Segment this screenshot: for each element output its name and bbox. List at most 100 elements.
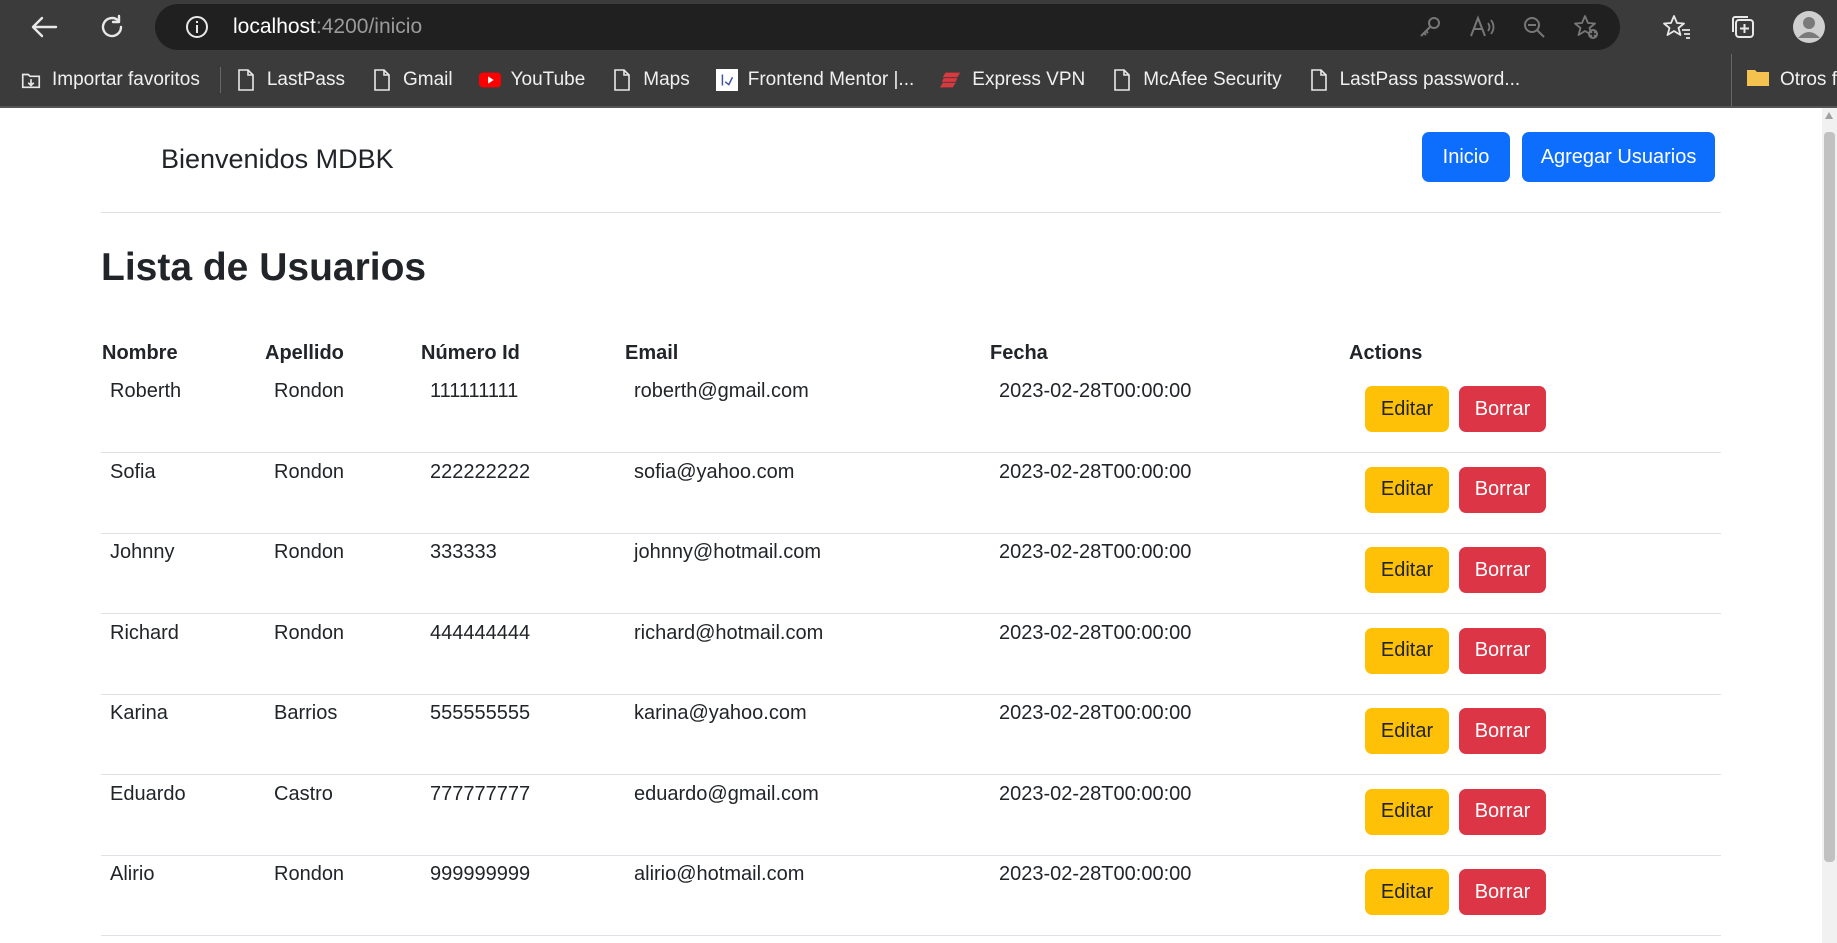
cell-apellido: Rondon	[274, 863, 345, 885]
col-numero-id: Número Id	[421, 342, 520, 364]
cell-fecha: 2023-02-28T00:00:00	[999, 541, 1192, 563]
delete-button[interactable]: Borrar	[1459, 627, 1546, 674]
refresh-icon[interactable]	[94, 9, 130, 45]
site-info-icon[interactable]	[185, 15, 209, 43]
delete-button[interactable]: Borrar	[1459, 466, 1546, 513]
cell-apellido: Rondon	[274, 541, 345, 563]
cell-apellido: Rondon	[274, 621, 345, 644]
bookmark-label: Express VPN	[972, 69, 1086, 90]
edit-button[interactable]: Editar	[1365, 708, 1449, 754]
bookmark-label: Maps	[643, 69, 690, 90]
folder-icon	[1746, 67, 1770, 93]
table-row: Johnny Rondon 333333 johnny@hotmail.com 2023…	[101, 533, 1721, 614]
col-fecha: Fecha	[990, 342, 1048, 364]
bookmark-lastpass[interactable]: LastPass	[235, 68, 345, 92]
bookmark-youtube[interactable]: YouTube	[478, 68, 586, 92]
table-row: Richard Rondon 444444444 richard@hotmail.co…	[101, 614, 1721, 695]
url-path: :4200/inicio	[315, 15, 423, 38]
cell-numero-id: 555555555	[430, 702, 531, 724]
cell-email: alirio@hotmail.com	[634, 863, 805, 885]
cell-email: karina@yahoo.com	[634, 702, 807, 724]
scroll-up-arrow-icon[interactable]	[1825, 112, 1833, 119]
zoom-out-icon[interactable]	[1520, 13, 1548, 41]
app-header: Bienvenidos MDBK Inicio Agregar Usuarios	[101, 108, 1721, 213]
address-bar[interactable]: localhost:4200/inicio	[155, 4, 1620, 50]
delete-button[interactable]: Borrar	[1459, 708, 1546, 754]
page-icon	[1308, 68, 1330, 92]
edit-button[interactable]: Editar	[1365, 788, 1449, 835]
cell-email: johnny@hotmail.com	[634, 541, 822, 563]
table-row: Roberth Rondon 111111111 roberth@gmail.com 2…	[101, 372, 1721, 453]
cell-numero-id: 777777777	[430, 782, 531, 805]
table-row: Karina Barrios 555555555 karina@yahoo.com 20…	[101, 694, 1721, 775]
key-icon[interactable]	[1416, 13, 1444, 41]
cell-apellido: Barrios	[274, 702, 338, 724]
cell-fecha: 2023-02-28T00:00:00	[999, 380, 1192, 402]
bookmark-label: LastPass password...	[1339, 69, 1521, 90]
address-bar-icons	[1416, 13, 1600, 41]
other-favorites[interactable]: Otros f	[1730, 54, 1837, 106]
cell-apellido: Castro	[274, 782, 333, 805]
bookmark-label: McAfee Security	[1143, 69, 1282, 90]
cell-fecha: 2023-02-28T00:00:00	[999, 702, 1192, 724]
url-host: localhost	[233, 15, 316, 38]
bookmark-label: Importar favoritos	[52, 69, 200, 90]
cell-email: sofia@yahoo.com	[634, 460, 795, 483]
edit-button[interactable]: Editar	[1365, 547, 1449, 593]
url-text[interactable]: localhost:4200/inicio	[233, 15, 422, 39]
scrollbar-thumb[interactable]	[1824, 132, 1835, 862]
bookmark-express-vpn[interactable]: Express VPN	[940, 68, 1085, 92]
brand-title: Bienvenidos MDBK	[161, 144, 394, 174]
cell-email: eduardo@gmail.com	[634, 782, 819, 805]
inicio-button[interactable]: Inicio	[1422, 132, 1510, 182]
page-icon	[235, 68, 257, 92]
bookmark-mcafee[interactable]: McAfee Security	[1111, 68, 1282, 92]
edit-button[interactable]: Editar	[1365, 466, 1449, 513]
delete-button[interactable]: Borrar	[1459, 788, 1546, 835]
bookmark-maps[interactable]: Maps	[611, 68, 690, 92]
bookmark-lastpass-password[interactable]: LastPass password...	[1308, 68, 1521, 92]
page-icon	[1111, 68, 1133, 92]
delete-button[interactable]: Borrar	[1459, 547, 1546, 593]
bookmark-label: LastPass	[266, 69, 345, 90]
cell-apellido: Rondon	[274, 460, 345, 483]
cell-numero-id: 333333	[430, 541, 497, 563]
bookmark-label: YouTube	[510, 69, 586, 90]
browser-toolbar-right	[1659, 9, 1827, 45]
add-users-button[interactable]: Agregar Usuarios	[1522, 132, 1715, 182]
table-row: Sofia Rondon 222222222 sofia@yahoo.com 2023-…	[101, 453, 1721, 534]
cell-fecha: 2023-02-28T00:00:00	[999, 460, 1192, 483]
profile-avatar-icon[interactable]	[1791, 9, 1827, 45]
favorites-icon[interactable]	[1659, 9, 1695, 45]
bookmark-separator	[219, 67, 221, 93]
page-content: Bienvenidos MDBK Inicio Agregar Usuarios…	[0, 108, 1837, 943]
cell-fecha: 2023-02-28T00:00:00	[999, 782, 1192, 805]
bookmark-gmail[interactable]: Gmail	[371, 68, 453, 92]
cell-apellido: Rondon	[274, 380, 345, 402]
bookmark-frontend-mentor[interactable]: Frontend Mentor |...	[715, 68, 914, 92]
cell-nombre: Sofia	[110, 460, 156, 483]
delete-button[interactable]: Borrar	[1459, 869, 1546, 915]
edit-button[interactable]: Editar	[1365, 386, 1449, 432]
table-row: Alirio Rondon 999999999 alirio@hotmail.com 2…	[101, 855, 1721, 936]
cell-fecha: 2023-02-28T00:00:00	[999, 863, 1192, 885]
edit-button[interactable]: Editar	[1365, 869, 1449, 915]
cell-fecha: 2023-02-28T00:00:00	[999, 621, 1192, 644]
back-arrow-icon[interactable]	[26, 9, 62, 45]
collections-icon[interactable]	[1725, 9, 1761, 45]
col-email: Email	[625, 342, 679, 364]
delete-button[interactable]: Borrar	[1459, 386, 1546, 432]
page-title: Lista de Usuarios	[101, 246, 427, 289]
cell-numero-id: 999999999	[430, 863, 531, 885]
col-actions: Actions	[1349, 342, 1423, 364]
edit-button[interactable]: Editar	[1365, 627, 1449, 674]
bookmark-import-favorites[interactable]: Importar favoritos	[20, 68, 200, 92]
vertical-scrollbar[interactable]	[1822, 108, 1837, 943]
read-aloud-icon[interactable]	[1468, 13, 1496, 41]
add-favorite-icon[interactable]	[1572, 13, 1600, 41]
import-icon	[20, 68, 42, 92]
cell-nombre: Alirio	[110, 863, 155, 885]
bookmark-label: Gmail	[402, 69, 453, 90]
table-header: Nombre Apellido Número Id Email Fecha Ac…	[101, 336, 1721, 372]
expressvpn-icon	[940, 68, 962, 92]
